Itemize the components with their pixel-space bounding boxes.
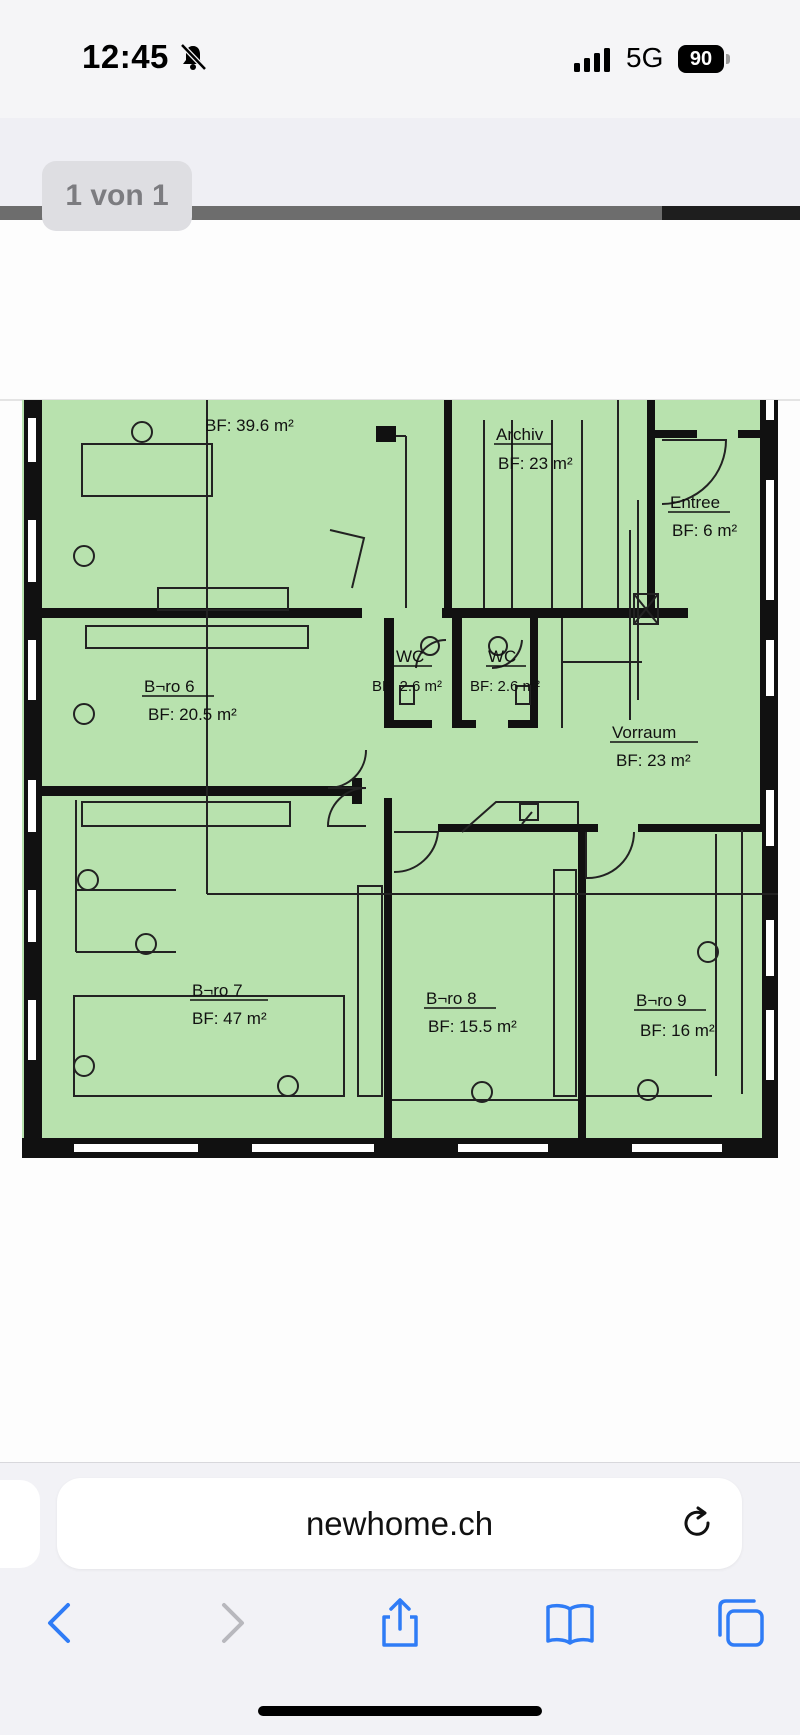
room-label-vorraum-area: BF: 23 m² [616, 751, 691, 770]
battery-indicator: 90 [678, 45, 730, 73]
room-label-entree-name: Entree [670, 493, 720, 512]
room-label-archiv-area: BF: 23 m² [498, 454, 573, 473]
status-time: 12:45 [82, 38, 169, 75]
room-label-buro6-name: B¬ro 6 [144, 677, 195, 696]
status-bar: 12:45 5G 90 [0, 0, 800, 118]
share-icon[interactable] [372, 1595, 428, 1651]
room-label-wc1-area: BF: 2.6 m² [372, 678, 442, 695]
battery-level: 90 [678, 45, 724, 73]
bell-slash-icon [180, 43, 207, 71]
page-counter: 1 von 1 [42, 161, 192, 231]
chevron-right-icon[interactable] [204, 1595, 260, 1651]
room-label-buro9-area: BF: 16 m² [640, 1021, 715, 1040]
room-label-wc1-name: WC [396, 647, 424, 666]
room-label-wc2-area: BF: 2.6 m² [470, 678, 540, 695]
pdf-page-edge-dark [662, 206, 800, 220]
reload-icon[interactable] [677, 1503, 717, 1543]
network-type: 5G [626, 42, 664, 73]
chevron-left-icon[interactable] [32, 1595, 88, 1651]
address-domain[interactable]: newhome.ch [57, 1478, 742, 1569]
room-label-1-area: BF: 39.6 m² [205, 416, 294, 435]
cell-signal-icon [574, 48, 610, 72]
room-label-buro9-name: B¬ro 9 [636, 991, 687, 1010]
battery-tip [726, 54, 730, 64]
home-indicator [258, 1706, 542, 1716]
room-label-buro8-area: BF: 15.5 m² [428, 1017, 517, 1036]
book-icon[interactable] [542, 1595, 598, 1651]
room-label-archiv-name: Archiv [496, 425, 544, 444]
tabs-icon[interactable] [712, 1595, 768, 1651]
room-label-buro7-name: B¬ro 7 [192, 981, 243, 1000]
floor-plan: BF: 39.6 m² Archiv BF: 23 m² Entree BF: … [22, 400, 778, 1158]
previous-tab-peek[interactable] [0, 1480, 40, 1568]
room-label-buro8-name: B¬ro 8 [426, 989, 477, 1008]
room-label-wc2-name: WC [488, 647, 516, 666]
room-label-buro7-area: BF: 47 m² [192, 1009, 267, 1028]
room-label-entree-area: BF: 6 m² [672, 521, 738, 540]
room-label-buro6-area: BF: 20.5 m² [148, 705, 237, 724]
room-label-vorraum-name: Vorraum [612, 723, 676, 742]
address-bar[interactable]: newhome.ch [57, 1478, 742, 1569]
